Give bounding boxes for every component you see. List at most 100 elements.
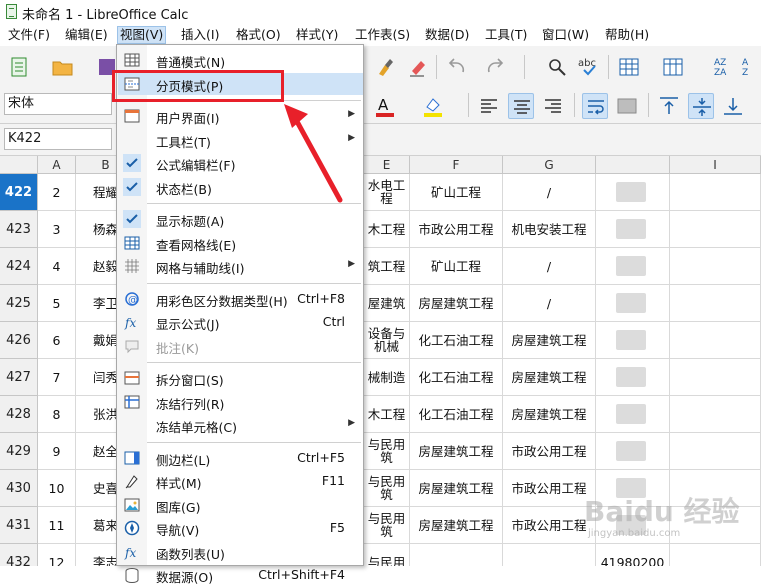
cell-e[interactable]: 屋建筑 [364,285,410,322]
cell-h[interactable] [596,211,670,248]
row-header[interactable]: 422 [0,174,38,211]
background-color-icon[interactable] [420,93,446,119]
cell-g[interactable]: 市政公用工程 [503,470,596,507]
sort-icon[interactable]: AZ [738,54,761,80]
cell-e[interactable]: 木工程 [364,211,410,248]
cell-g[interactable]: 机电安装工程 [503,211,596,248]
menu-format[interactable]: 格式(O) [234,26,283,44]
column-icon[interactable] [660,54,686,80]
cell-e[interactable]: 与民用筑 [364,470,410,507]
cell-h[interactable] [596,285,670,322]
cell-h[interactable] [596,248,670,285]
cell-f[interactable]: 化工石油工程 [410,322,503,359]
clone-formatting-icon[interactable] [372,54,398,80]
cell-i[interactable] [670,322,761,359]
find-replace-icon[interactable] [544,54,570,80]
cell-a[interactable]: 9 [38,433,76,470]
cell-i[interactable] [670,174,761,211]
row-header[interactable]: 424 [0,248,38,285]
corner-select-all[interactable] [0,156,38,174]
cell-e[interactable]: 筑工程 [364,248,410,285]
row-header[interactable]: 423 [0,211,38,248]
cell-f[interactable]: 化工石油工程 [410,396,503,433]
cell-i[interactable] [670,433,761,470]
cell-f[interactable]: 市政公用工程 [410,211,503,248]
cell-a[interactable]: 10 [38,470,76,507]
cell-a[interactable]: 5 [38,285,76,322]
view-menu-item[interactable]: @ 用彩色区分数据类型(H) Ctrl+F8 [118,288,363,310]
cell-f[interactable] [410,544,503,566]
cell-a[interactable]: 2 [38,174,76,211]
align-top-icon[interactable] [656,93,682,119]
menu-view[interactable]: 视图(V) [117,26,167,44]
font-color-icon[interactable]: A [372,93,398,119]
spelling-icon[interactable]: abc [576,54,602,80]
view-menu-item[interactable]: 拆分窗口(S) [118,367,363,389]
cell-h[interactable] [596,433,670,470]
cell-e[interactable]: 水电工程 [364,174,410,211]
menu-styles[interactable]: 样式(Y) [294,26,340,44]
align-center-icon[interactable] [508,93,534,119]
menu-edit[interactable]: 编辑(E) [63,26,110,44]
name-box[interactable]: K422 [4,128,112,150]
row-header[interactable]: 428 [0,396,38,433]
cell-g[interactable]: / [503,285,596,322]
cell-g[interactable]: 房屋建筑工程 [503,359,596,396]
cell-e[interactable]: 械制造 [364,359,410,396]
column-header-e[interactable]: E [364,156,410,174]
cell-e[interactable]: 与民用筑 [364,433,410,470]
cell-f[interactable]: 矿山工程 [410,174,503,211]
cell-g[interactable]: 市政公用工程 [503,433,596,470]
menu-insert[interactable]: 插入(I) [179,26,221,44]
view-menu-item[interactable]: 数据源(O) Ctrl+Shift+F4 [118,564,363,586]
cell-f[interactable]: 房屋建筑工程 [410,433,503,470]
view-menu-item[interactable]: 导航(V) F5 [118,517,363,539]
cell-a[interactable]: 8 [38,396,76,433]
menu-tools[interactable]: 工具(T) [483,26,529,44]
menu-data[interactable]: 数据(D) [423,26,471,44]
view-menu-item[interactable]: 查看网格线(E) [118,232,363,254]
cell-f[interactable]: 房屋建筑工程 [410,507,503,544]
row-icon[interactable] [616,54,642,80]
row-header[interactable]: 432 [0,544,38,566]
align-left-icon[interactable] [476,93,502,119]
cell-g[interactable]: / [503,248,596,285]
cell-i[interactable] [670,211,761,248]
align-bottom-icon[interactable] [720,93,746,119]
undo-icon[interactable] [444,54,470,80]
view-menu-item[interactable]: 冻结单元格(C) ▶ [118,414,363,436]
align-right-icon[interactable] [540,93,566,119]
cell-g[interactable]: / [503,174,596,211]
view-menu-item[interactable]: 显示标题(A) [118,208,363,230]
cell-h[interactable]: 41980200 [596,544,670,566]
font-name-box[interactable]: 宋体 [4,93,112,115]
cell-a[interactable]: 7 [38,359,76,396]
column-header-a[interactable]: A [38,156,76,174]
view-menu-item[interactable]: 图库(G) [118,494,363,516]
cell-i[interactable] [670,396,761,433]
row-header[interactable]: 430 [0,470,38,507]
merge-cells-icon[interactable] [614,93,640,119]
cell-f[interactable]: 房屋建筑工程 [410,285,503,322]
cell-h[interactable] [596,322,670,359]
cell-g[interactable]: 房屋建筑工程 [503,322,596,359]
row-header[interactable]: 431 [0,507,38,544]
redo-icon[interactable] [482,54,508,80]
view-menu-item[interactable]: 样式(M) F11 [118,470,363,492]
view-menu-item[interactable]: 冻结行列(R) [118,391,363,413]
cell-h[interactable] [596,359,670,396]
cell-a[interactable]: 11 [38,507,76,544]
cell-e[interactable]: 木工程 [364,396,410,433]
view-menu-item[interactable]: fx 函数列表(U) [118,541,363,563]
cell-e[interactable]: 与民用筑 [364,507,410,544]
view-menu-item[interactable]: 网格与辅助线(I) ▶ [118,255,363,277]
column-header-i[interactable]: I [670,156,761,174]
cell-e[interactable]: 设备与机械 [364,322,410,359]
sort-ascending-icon[interactable]: AZ ZA [710,54,736,80]
wrap-text-icon[interactable] [582,93,608,119]
menu-sheet[interactable]: 工作表(S) [353,26,412,44]
cell-g[interactable]: 房屋建筑工程 [503,396,596,433]
cell-f[interactable]: 化工石油工程 [410,359,503,396]
view-menu-item[interactable]: fx 显示公式(J) Ctrl [118,311,363,333]
cell-a[interactable]: 4 [38,248,76,285]
